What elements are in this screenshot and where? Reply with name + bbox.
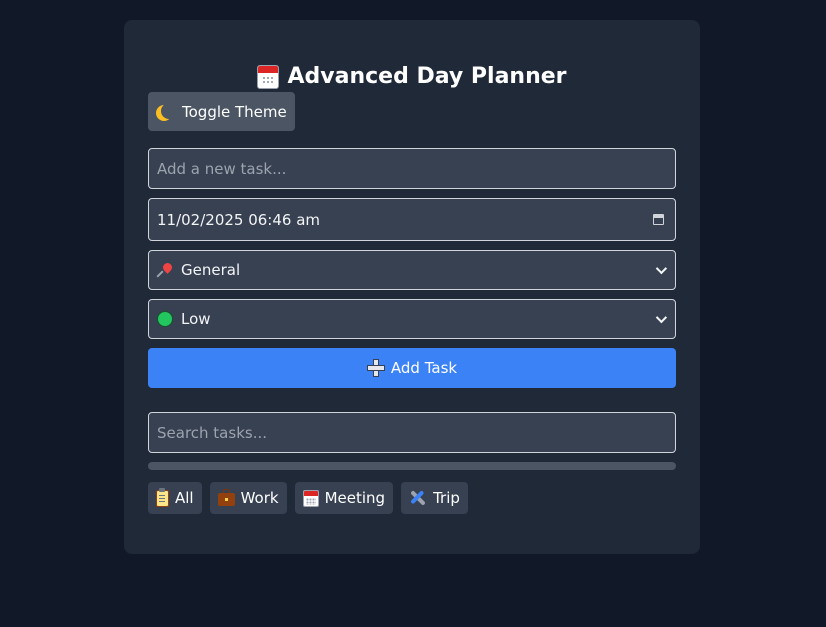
task-input-wrapper	[148, 148, 676, 189]
chevron-down-icon	[655, 311, 668, 324]
filter-trip-button[interactable]: Trip	[401, 482, 468, 514]
toggle-theme-button[interactable]: Toggle Theme	[148, 92, 295, 131]
pin-icon	[157, 262, 173, 278]
moon-icon	[161, 103, 177, 119]
filter-meeting-button[interactable]: Meeting	[294, 482, 394, 514]
add-task-label: Add Task	[390, 359, 458, 377]
plus-icon	[366, 359, 385, 377]
search-input-wrapper	[148, 412, 676, 453]
briefcase-icon	[217, 489, 235, 506]
filter-all-button[interactable]: All	[148, 482, 202, 514]
datetime-value: 11/02/2025 06:46 am	[157, 210, 321, 229]
filter-label: Work	[240, 489, 279, 507]
green-circle-icon	[157, 311, 173, 327]
search-input[interactable]	[157, 423, 667, 442]
category-select[interactable]: General	[148, 250, 676, 290]
filter-bar: All Work Meeting Trip	[148, 482, 468, 514]
filter-label: Meeting	[324, 489, 386, 507]
filter-label: All	[175, 489, 194, 507]
filter-work-button[interactable]: Work	[209, 482, 287, 514]
filter-label: Trip	[433, 489, 460, 507]
priority-select[interactable]: Low	[148, 299, 676, 339]
planner-card: Advanced Day Planner Toggle Theme 11/02/…	[124, 20, 700, 554]
page-title: Advanced Day Planner	[124, 64, 700, 89]
toggle-theme-label: Toggle Theme	[182, 102, 287, 121]
clipboard-icon	[156, 487, 169, 507]
task-input[interactable]	[157, 159, 667, 178]
chevron-down-icon	[655, 262, 668, 275]
category-selected: General	[181, 261, 241, 279]
calendar-picker-icon[interactable]	[653, 214, 664, 225]
calendar-icon	[302, 489, 319, 507]
datetime-field[interactable]: 11/02/2025 06:46 am	[148, 198, 676, 241]
priority-selected: Low	[181, 310, 211, 328]
progress-bar	[148, 462, 676, 470]
calendar-icon	[257, 64, 280, 89]
add-task-button[interactable]: Add Task	[148, 348, 676, 388]
airplane-icon	[405, 485, 430, 510]
page-title-text: Advanced Day Planner	[287, 64, 567, 89]
